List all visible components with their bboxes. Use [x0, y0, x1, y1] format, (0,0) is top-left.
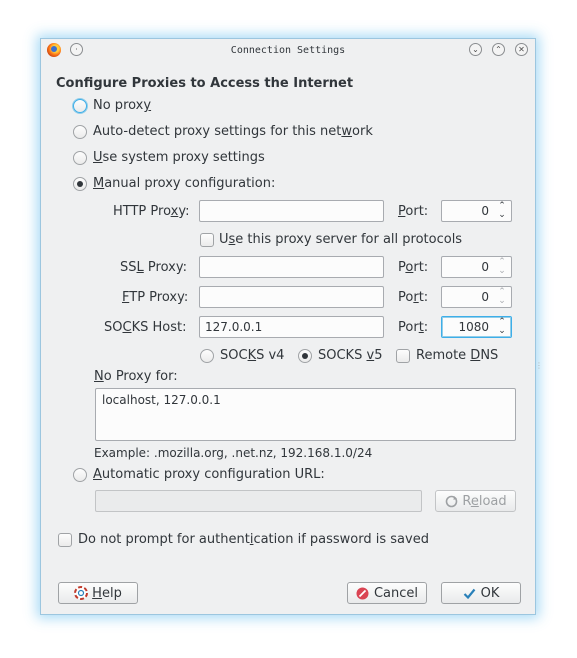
socks-port-label: Port:: [398, 320, 429, 335]
reload-button[interactable]: Reload: [435, 490, 516, 512]
remote-dns-label[interactable]: Remote DNS: [416, 348, 498, 363]
help-icon: [74, 586, 89, 600]
socks-v5-radio[interactable]: [298, 349, 312, 363]
ssl-port-label: Port:: [398, 260, 429, 275]
ssl-proxy-label: SSL Proxy:: [120, 260, 187, 275]
auto-detect-radio[interactable]: [73, 125, 87, 139]
no-proxy-for-label: No Proxy for:: [94, 369, 178, 384]
reload-icon: [444, 494, 458, 508]
ssl-port-spinbox[interactable]: 0 ⌃ ⌄: [441, 256, 512, 278]
resize-grip-icon[interactable]: ⋮: [535, 361, 543, 370]
http-proxy-input[interactable]: [199, 200, 384, 222]
minimize-icon[interactable]: ⌄: [469, 43, 482, 56]
help-label: Help: [92, 585, 122, 601]
http-port-label: Port:: [398, 204, 429, 219]
ssl-port-value: 0: [481, 260, 489, 274]
no-proxy-radio[interactable]: [73, 99, 87, 113]
ftp-port-label: Port:: [398, 290, 429, 305]
auto-url-input[interactable]: [95, 490, 422, 512]
connection-settings-dialog: · Connection Settings ⌄ ⌃ ✕ Configure Pr…: [40, 38, 543, 615]
cancel-label: Cancel: [373, 585, 419, 601]
no-proxy-example: Example: .mozilla.org, .net.nz, 192.168.…: [94, 446, 373, 460]
spin-arrows-icon[interactable]: ⌃ ⌄: [496, 258, 508, 276]
socks-v4-label[interactable]: SOCKS v4: [220, 348, 284, 363]
spin-arrows-icon[interactable]: ⌃ ⌄: [496, 202, 508, 220]
auto-detect-label[interactable]: Auto-detect proxy settings for this netw…: [93, 124, 373, 139]
manual-proxy-label[interactable]: Manual proxy configuration:: [93, 176, 275, 191]
cancel-icon: [356, 586, 370, 600]
share-all-checkbox[interactable]: [200, 233, 214, 247]
no-auth-prompt-label[interactable]: Do not prompt for authentication if pass…: [78, 532, 429, 547]
manual-proxy-radio[interactable]: [73, 177, 87, 191]
spin-arrows-icon[interactable]: ⌃ ⌄: [496, 318, 508, 336]
auto-url-radio[interactable]: [73, 468, 87, 482]
no-auth-prompt-checkbox[interactable]: [58, 533, 72, 547]
checkmark-icon: [463, 586, 477, 600]
no-proxy-label[interactable]: No proxy: [93, 98, 151, 113]
http-port-spinbox[interactable]: 0 ⌃ ⌄: [441, 200, 512, 222]
window-title: Connection Settings: [230, 45, 346, 56]
ftp-port-spinbox[interactable]: 0 ⌃ ⌄: [441, 286, 512, 308]
help-button[interactable]: Help: [58, 582, 138, 604]
ssl-proxy-input[interactable]: [199, 256, 384, 278]
no-proxy-for-textarea[interactable]: localhost, 127.0.0.1: [95, 388, 516, 441]
ftp-proxy-label: FTP Proxy:: [122, 290, 189, 305]
cancel-button[interactable]: Cancel: [347, 582, 427, 604]
system-proxy-radio[interactable]: [73, 151, 87, 165]
maximize-icon[interactable]: ⌃: [492, 43, 505, 56]
socks-v4-radio[interactable]: [200, 349, 214, 363]
http-port-value: 0: [481, 204, 489, 218]
auto-url-label[interactable]: Automatic proxy configuration URL:: [93, 467, 325, 482]
share-all-label[interactable]: Use this proxy server for all protocols: [219, 232, 462, 247]
title-bar[interactable]: · Connection Settings ⌄ ⌃ ✕: [41, 39, 535, 63]
system-proxy-label[interactable]: Use system proxy settings: [93, 150, 265, 165]
ok-button[interactable]: OK: [441, 582, 521, 604]
ftp-proxy-input[interactable]: [199, 286, 384, 308]
socks-host-input[interactable]: 127.0.0.1: [199, 316, 384, 338]
spin-arrows-icon[interactable]: ⌃ ⌄: [496, 288, 508, 306]
socks-v5-label[interactable]: SOCKS v5: [318, 348, 382, 363]
http-proxy-label: HTTP Proxy:: [113, 204, 190, 219]
socks-port-value: 1080: [458, 320, 489, 334]
ok-label: OK: [480, 585, 500, 601]
close-icon[interactable]: ✕: [515, 43, 528, 56]
socks-host-label: SOCKS Host:: [104, 320, 187, 335]
remote-dns-checkbox[interactable]: [396, 349, 410, 363]
section-heading: Configure Proxies to Access the Internet: [56, 76, 354, 91]
reload-label: Reload: [462, 493, 507, 509]
socks-port-spinbox[interactable]: 1080 ⌃ ⌄: [441, 316, 512, 338]
ftp-port-value: 0: [481, 290, 489, 304]
